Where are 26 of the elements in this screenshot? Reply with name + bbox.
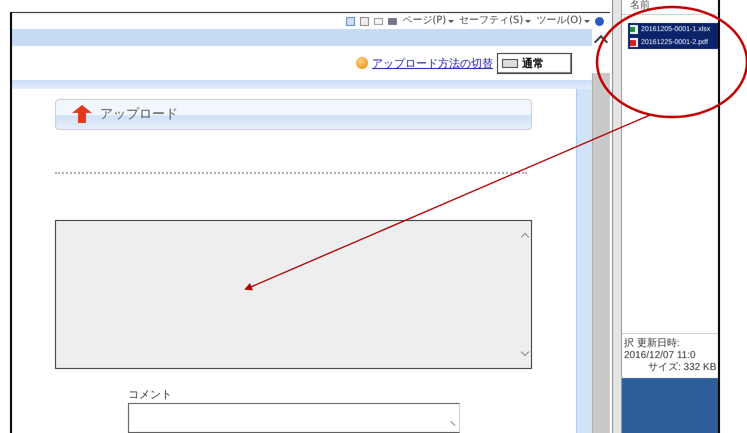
pdf-file-icon [630, 38, 638, 47]
caret-icon [584, 20, 590, 22]
file-detail: サイズ: 332 KB [647, 362, 718, 374]
mail-icon[interactable] [374, 18, 384, 24]
help-icon[interactable] [595, 16, 604, 26]
drop-area[interactable] [55, 220, 532, 369]
toolbar-menu[interactable]: ツール(O) [536, 15, 590, 27]
help-icon [356, 57, 368, 69]
print-icon[interactable] [388, 18, 398, 24]
comment-label: コメント [128, 387, 173, 402]
up-arrow-icon [72, 105, 92, 124]
switch-upload-method-link[interactable]: アップロード方法の切替 [372, 56, 493, 70]
keyboard-icon [502, 58, 518, 68]
feed-icon[interactable] [360, 16, 370, 26]
spreadsheet-file-icon [630, 25, 638, 34]
comment-field[interactable] [128, 403, 460, 433]
caret-icon [448, 20, 454, 22]
mode-button[interactable]: 通常 [497, 52, 572, 74]
toolbar-menu[interactable]: セーフティ(S) [459, 15, 532, 27]
caret-icon [525, 20, 532, 22]
home-icon[interactable] [346, 16, 356, 26]
scrollbar-thumb[interactable] [592, 73, 610, 433]
column-header[interactable]: 名前 [622, 0, 718, 15]
file-detail: 択 更新日時: 2016/12/07 11:0 [624, 338, 697, 362]
toolbar-menu[interactable]: ページ(P) [402, 15, 454, 27]
section-title: アップロード [100, 106, 178, 124]
